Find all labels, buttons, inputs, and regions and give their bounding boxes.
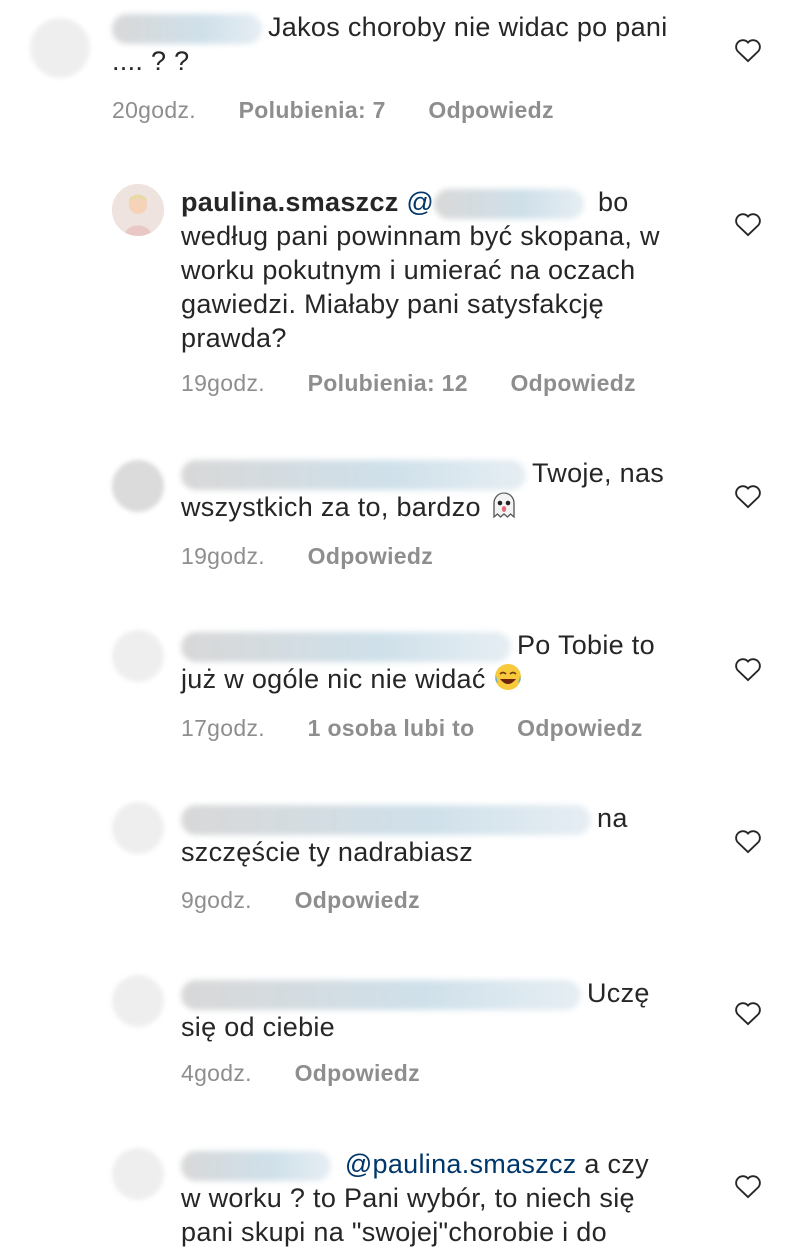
username[interactable]: paulina.smaszcz <box>181 187 399 217</box>
redacted-username <box>181 1150 331 1181</box>
likes-count[interactable]: 1 osoba lubi to <box>308 715 475 741</box>
comment-meta: 4godz. Odpowiedz <box>181 1060 456 1087</box>
heart-icon[interactable] <box>734 1000 762 1026</box>
avatar[interactable] <box>112 184 164 236</box>
redacted-username <box>181 979 581 1010</box>
mention[interactable]: @ <box>406 187 434 217</box>
comment-meta: 17godz. 1 osoba lubi to Odpowiedz <box>181 715 679 742</box>
comment-text: na szczęście ty nadrabiasz <box>181 803 628 867</box>
ghost-emoji-icon <box>492 492 515 519</box>
redacted-username <box>112 13 262 44</box>
timestamp: 17godz. <box>181 715 265 741</box>
timestamp: 20godz. <box>112 97 196 123</box>
timestamp: 4godz. <box>181 1060 252 1086</box>
comment-text: Uczę się od ciebie <box>181 978 650 1042</box>
avatar[interactable] <box>112 802 164 854</box>
timestamp: 9godz. <box>181 887 252 913</box>
redacted-username <box>181 459 526 490</box>
reply-button[interactable]: Odpowiedz <box>295 887 420 913</box>
reply-button[interactable]: Odpowiedz <box>428 97 553 123</box>
comment-text: Jakos choroby nie widac po pani .... ? ? <box>112 12 668 76</box>
comment-text: Twoje, nas wszystkich za to, bardzo <box>181 458 665 522</box>
redacted-username <box>181 804 591 835</box>
heart-icon[interactable] <box>734 211 762 237</box>
avatar[interactable] <box>112 975 164 1027</box>
heart-icon[interactable] <box>734 828 762 854</box>
comment-text: paulina.smaszcz @ bo według pani powinna… <box>181 187 660 353</box>
reply-button[interactable]: Odpowiedz <box>308 543 433 569</box>
heart-icon[interactable] <box>734 656 762 682</box>
laughing-emoji-icon <box>495 664 522 690</box>
heart-icon[interactable] <box>734 483 762 509</box>
reply-button[interactable]: Odpowiedz <box>510 370 635 396</box>
comment-text: Po Tobie to już w ogóle nic nie widać <box>181 630 655 694</box>
redacted-username <box>181 631 511 662</box>
comment-meta: 19godz. Odpowiedz <box>181 543 469 570</box>
avatar[interactable] <box>112 1148 164 1200</box>
likes-count[interactable]: Polubienia: 12 <box>308 370 468 396</box>
comment-meta: 20godz. Polubienia: 7 Odpowiedz <box>112 97 590 124</box>
avatar[interactable] <box>112 630 164 682</box>
comment-text: @paulina.smaszcz a czy w worku ? to Pani… <box>181 1149 649 1247</box>
comment-meta: 19godz. Polubienia: 12 Odpowiedz <box>181 370 672 397</box>
likes-count[interactable]: Polubienia: 7 <box>239 97 386 123</box>
avatar[interactable] <box>112 460 164 512</box>
comment-meta: 9godz. Odpowiedz <box>181 887 456 914</box>
avatar[interactable] <box>30 18 90 78</box>
timestamp: 19godz. <box>181 370 265 396</box>
heart-icon[interactable] <box>734 1173 762 1199</box>
mention[interactable]: @paulina.smaszcz <box>345 1149 577 1179</box>
reply-button[interactable]: Odpowiedz <box>295 1060 420 1086</box>
reply-button[interactable]: Odpowiedz <box>517 715 642 741</box>
redacted-username <box>434 188 585 219</box>
timestamp: 19godz. <box>181 543 265 569</box>
heart-icon[interactable] <box>734 37 762 63</box>
